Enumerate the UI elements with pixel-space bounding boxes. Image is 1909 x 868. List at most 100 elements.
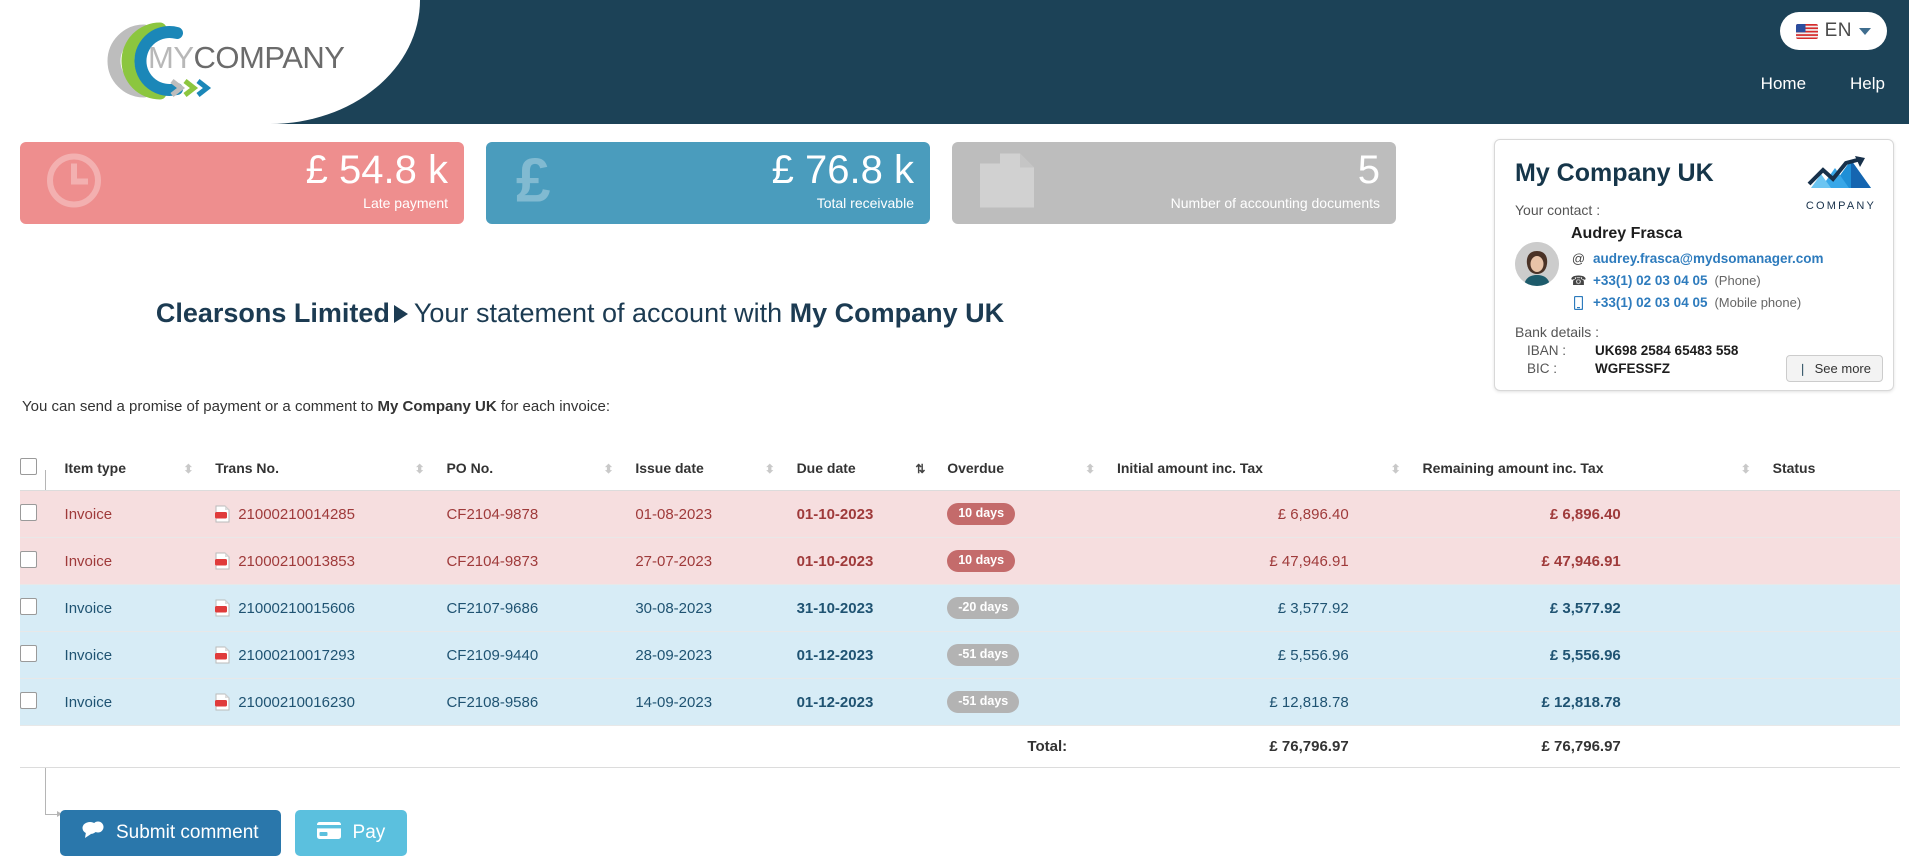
sort-trans-no[interactable]: ⬍ — [414, 448, 447, 491]
col-overdue[interactable]: Overdue — [947, 448, 1086, 491]
col-item-type[interactable]: Item type — [64, 448, 184, 491]
cell-status — [1772, 584, 1900, 632]
pdf-icon[interactable] — [215, 693, 230, 711]
status-badge: -51 days — [947, 644, 1020, 666]
chevron-down-icon — [1859, 27, 1871, 35]
table-row[interactable]: Invoice 21000210017293 CF2109-9440 28-09… — [20, 631, 1900, 679]
row-select-cell[interactable] — [20, 490, 65, 538]
sort-remaining-amount[interactable]: ⬍ — [1740, 448, 1773, 491]
cell-trans-no[interactable]: 21000210014285 — [215, 490, 447, 538]
row-select-cell[interactable] — [20, 537, 65, 585]
kpi-cards: £ 54.8 k Late payment £ £ 76.8 k Total r… — [20, 142, 1396, 224]
cell-initial-amount: £ 3,577.92 — [1116, 584, 1391, 632]
phone-icon: ☎ — [1570, 273, 1587, 288]
trans-no-value: 21000210016230 — [238, 694, 355, 711]
bank-bic-label: BIC : — [1527, 361, 1558, 376]
cell-po-no: CF2109-9440 — [446, 631, 604, 679]
contact-phone-note: (Phone) — [1714, 273, 1761, 288]
row-checkbox[interactable] — [20, 503, 37, 521]
col-po-no[interactable]: PO No. — [446, 448, 604, 491]
pay-button[interactable]: Pay — [294, 810, 408, 856]
cell-item-type: Invoice — [64, 631, 184, 679]
row-select-cell[interactable] — [20, 678, 65, 726]
col-label: Issue date — [635, 460, 704, 476]
cell-due-date: 01-10-2023 — [796, 490, 916, 538]
contact-phone[interactable]: +33(1) 02 03 04 05 — [1593, 270, 1707, 291]
submit-comment-button[interactable]: Submit comment — [60, 810, 281, 856]
contact-email-row[interactable]: @ audrey.frasca@mydsomanager.com — [1571, 248, 1873, 269]
kpi-card-accounting-documents[interactable]: 5 Number of accounting documents — [952, 142, 1396, 224]
col-label: Remaining amount inc. Tax — [1422, 460, 1604, 476]
statement-middle: Your statement of account with — [413, 298, 783, 328]
table-row[interactable]: Invoice 21000210015606 CF2107-9686 30-08… — [20, 584, 1900, 632]
select-all-checkbox[interactable] — [20, 458, 37, 475]
status-badge: 10 days — [947, 550, 1016, 572]
trans-no-value: 21000210015606 — [238, 600, 355, 617]
sort-initial-amount[interactable]: ⬍ — [1390, 448, 1423, 491]
sort-item-type[interactable]: ⬍ — [183, 448, 216, 491]
table-row[interactable]: Invoice 21000210016230 CF2108-9586 14-09… — [20, 678, 1900, 726]
kpi-value: £ 54.8 k — [305, 148, 448, 192]
pdf-icon[interactable] — [215, 599, 230, 617]
cell-trans-no[interactable]: 21000210016230 — [215, 678, 447, 726]
col-trans-no[interactable]: Trans No. — [215, 448, 415, 491]
triangle-right-icon — [393, 305, 408, 324]
row-select-cell[interactable] — [20, 631, 65, 679]
status-badge: -51 days — [947, 691, 1020, 713]
col-label: Status — [1772, 460, 1816, 476]
contact-mobile-row[interactable]: +33(1) 02 03 04 05 (Mobile phone) — [1571, 292, 1873, 313]
promise-prefix: You can send a promise of payment or a c… — [22, 398, 378, 415]
supplier-logo: COMPANY — [1805, 154, 1877, 212]
row-checkbox[interactable] — [20, 597, 37, 615]
cell-issue-date: 30-08-2023 — [635, 584, 765, 632]
col-label: Trans No. — [215, 460, 279, 476]
cell-status — [1772, 537, 1900, 585]
contact-email[interactable]: audrey.frasca@mydsomanager.com — [1593, 248, 1824, 269]
cell-trans-no[interactable]: 21000210017293 — [215, 631, 447, 679]
contact-phone-row[interactable]: ☎ +33(1) 02 03 04 05 (Phone) — [1570, 270, 1873, 291]
invoices-table: Item type ⬍ Trans No. ⬍ PO No. ⬍ Issue d… — [20, 448, 1900, 768]
row-select-cell[interactable] — [20, 584, 65, 632]
row-checkbox[interactable] — [20, 644, 37, 662]
table-row[interactable]: Invoice 21000210014285 CF2104-9878 01-08… — [20, 490, 1900, 538]
cell-trans-no[interactable]: 21000210015606 — [215, 584, 447, 632]
cell-remaining-amount: £ 3,577.92 — [1422, 584, 1741, 632]
select-all-header[interactable] — [20, 448, 65, 491]
language-selector[interactable]: EN — [1779, 12, 1887, 50]
statement-customer: Clearsons Limited — [155, 298, 390, 328]
table-row[interactable]: Invoice 21000210013853 CF2104-9873 27-07… — [20, 537, 1900, 585]
col-due-date[interactable]: Due date — [796, 448, 916, 491]
sort-po-no[interactable]: ⬍ — [603, 448, 636, 491]
trans-no-value: 21000210017293 — [238, 647, 355, 664]
at-icon: @ — [1571, 251, 1586, 266]
sort-issue-date[interactable]: ⬍ — [764, 448, 797, 491]
pdf-icon[interactable] — [215, 552, 230, 570]
pdf-icon[interactable] — [215, 646, 230, 664]
cell-trans-no[interactable]: 21000210013853 — [215, 537, 447, 585]
col-initial-amount[interactable]: Initial amount inc. Tax — [1116, 448, 1391, 491]
us-flag-icon — [1795, 23, 1818, 39]
cell-overdue: -51 days — [947, 631, 1086, 679]
sort-due-date[interactable]: ⇅ — [915, 448, 948, 491]
sort-icon: ⬍ — [1740, 462, 1751, 476]
nav-home[interactable]: Home — [1761, 74, 1806, 94]
brand-logo[interactable]: MYCOMPANY — [82, 18, 345, 104]
submit-comment-label: Submit comment — [116, 822, 259, 843]
col-status[interactable]: Status — [1772, 448, 1900, 491]
sort-overdue[interactable]: ⬍ — [1085, 448, 1117, 491]
documents-icon — [978, 152, 1040, 215]
row-checkbox[interactable] — [20, 691, 37, 709]
nav-help[interactable]: Help — [1850, 74, 1885, 94]
sort-icon: ⬍ — [183, 462, 194, 476]
kpi-card-total-receivable[interactable]: £ £ 76.8 k Total receivable — [486, 142, 930, 224]
pdf-icon[interactable] — [215, 505, 230, 523]
contact-mobile-note: (Mobile phone) — [1714, 295, 1802, 310]
kpi-value: 5 — [1357, 148, 1380, 192]
row-checkbox[interactable] — [20, 550, 37, 568]
contact-mobile[interactable]: +33(1) 02 03 04 05 — [1593, 292, 1707, 313]
see-more-button[interactable]: ❘ See more — [1785, 355, 1883, 382]
col-remaining-amount[interactable]: Remaining amount inc. Tax — [1422, 448, 1741, 491]
mobile-phone-icon — [1571, 295, 1586, 310]
kpi-card-late-payment[interactable]: £ 54.8 k Late payment — [20, 142, 464, 224]
col-issue-date[interactable]: Issue date — [635, 448, 765, 491]
